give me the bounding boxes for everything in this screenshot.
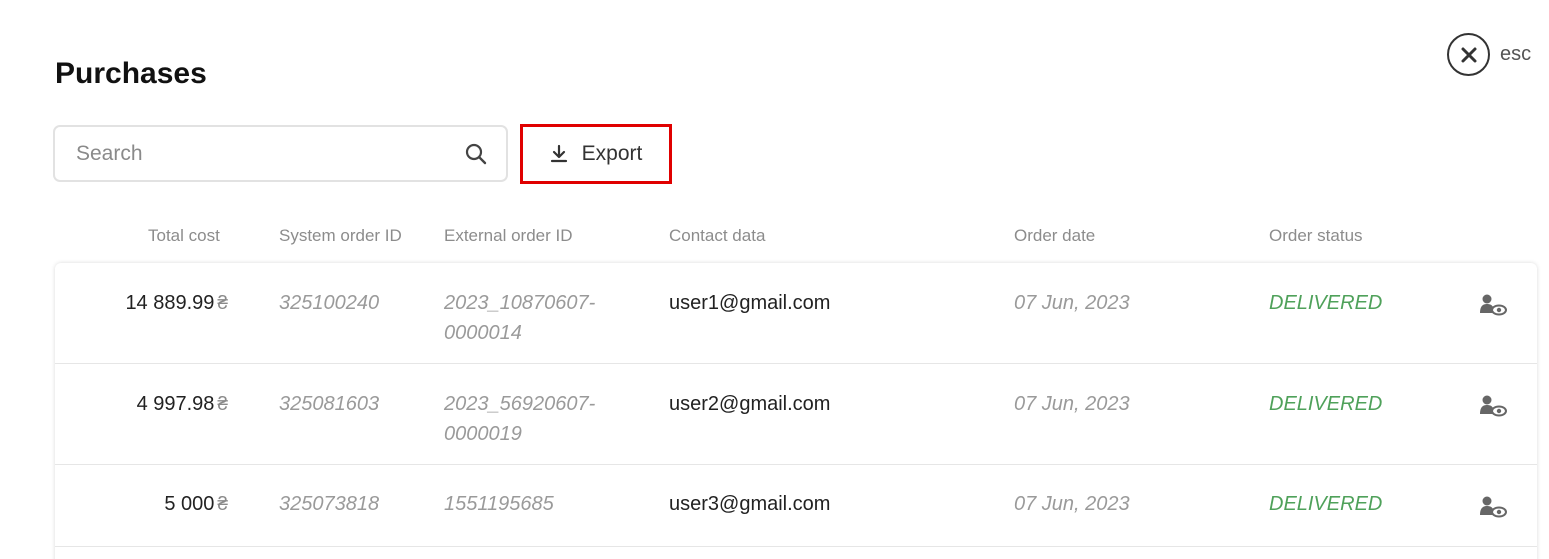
external-order-id: 1551195685	[444, 493, 554, 515]
view-customer-icon[interactable]	[1480, 394, 1508, 418]
close-icon[interactable]	[1447, 33, 1490, 76]
table-row[interactable]: 14 889.99 ₴ 325100240 2023_10870607-00000…	[55, 263, 1537, 364]
search-icon[interactable]	[464, 142, 488, 166]
purchases-modal: Purchases esc Export Total cost System o…	[0, 0, 1549, 559]
table-row[interactable]: 4 997.98 ₴ 325081603 2023_56920607-000001…	[55, 364, 1537, 465]
total-cost-cell: 4 997.98 ₴	[137, 389, 228, 420]
order-date: 07 Jun, 2023	[1014, 292, 1130, 314]
column-header-external-order-id: External order ID	[444, 226, 573, 245]
contact-email: user3@gmail.com	[669, 493, 831, 515]
purchases-table: 14 889.99 ₴ 325100240 2023_10870607-00000…	[55, 263, 1537, 559]
order-status: DELIVERED	[1269, 292, 1383, 314]
contact-email: user2@gmail.com	[669, 393, 831, 415]
column-header-system-order-id: System order ID	[279, 226, 402, 245]
contact-email: user1@gmail.com	[669, 292, 831, 314]
download-icon	[550, 144, 568, 164]
export-button[interactable]: Export	[520, 124, 672, 184]
page-title: Purchases	[55, 57, 207, 90]
column-header-contact-data: Contact data	[669, 226, 766, 245]
currency-symbol: ₴	[217, 293, 228, 314]
system-order-id: 325073818	[279, 493, 380, 515]
close-button[interactable]: esc	[1447, 33, 1531, 76]
esc-label: esc	[1500, 43, 1532, 65]
total-cost-value: 5 000	[164, 493, 215, 515]
order-date: 07 Jun, 2023	[1014, 493, 1130, 515]
total-cost-value: 4 997.98	[136, 393, 215, 415]
view-customer-icon[interactable]	[1480, 495, 1508, 519]
column-header-order-status: Order status	[1269, 226, 1363, 245]
external-order-id: 2023_10870607-0000014	[444, 292, 596, 344]
currency-symbol: ₴	[217, 494, 228, 515]
total-cost-value: 14 889.99	[125, 292, 215, 314]
order-status: DELIVERED	[1269, 393, 1383, 415]
column-header-total-cost: Total cost	[148, 226, 220, 245]
export-label: Export	[581, 142, 643, 165]
order-status: DELIVERED	[1269, 493, 1383, 515]
column-header-order-date: Order date	[1014, 226, 1096, 245]
view-customer-icon[interactable]	[1480, 293, 1508, 317]
external-order-id: 2023_56920607-0000019	[444, 393, 596, 445]
total-cost-cell: 5 000 ₴	[164, 489, 228, 520]
search-field[interactable]	[53, 125, 508, 182]
table-row[interactable]: 5 000 ₴ 325073818 1551195685 user3@gmail.…	[55, 465, 1537, 547]
system-order-id: 325100240	[279, 292, 380, 314]
system-order-id: 325081603	[279, 393, 380, 415]
order-date: 07 Jun, 2023	[1014, 393, 1130, 415]
total-cost-cell: 14 889.99 ₴	[125, 288, 228, 319]
search-input[interactable]	[76, 141, 464, 166]
currency-symbol: ₴	[217, 394, 228, 415]
